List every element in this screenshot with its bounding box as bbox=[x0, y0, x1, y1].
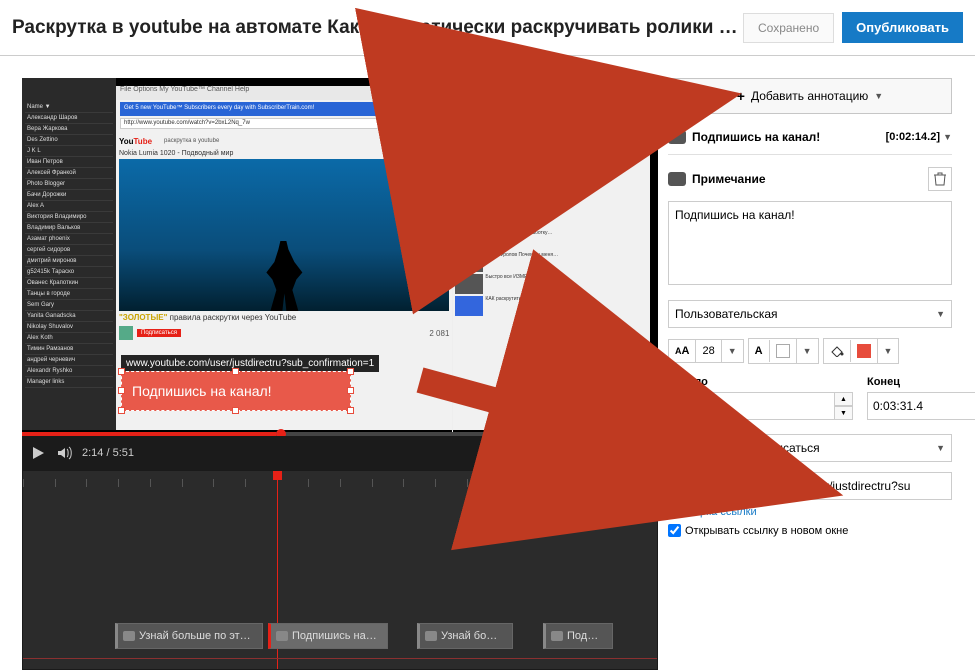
volume-button[interactable] bbox=[56, 445, 72, 461]
start-up[interactable]: ▲ bbox=[835, 392, 853, 406]
start-down[interactable]: ▼ bbox=[835, 406, 853, 420]
timeline-clip[interactable]: Узнай бо… bbox=[417, 623, 513, 649]
fullscreen-button[interactable] bbox=[636, 446, 650, 460]
link-checkbox[interactable]: Ссылка bbox=[668, 441, 731, 455]
selected-annotation-time: [0:02:14.2] ▼ bbox=[886, 131, 952, 143]
chevron-down-icon: ▼ bbox=[874, 91, 883, 101]
gold-title: "ЗОЛОТЫЕ" правила раскрутки через YouTub… bbox=[119, 311, 449, 324]
timeline-clip[interactable]: Узнай больше по эт… bbox=[115, 623, 263, 649]
add-annotation-button[interactable]: + Добавить аннотацию ▼ bbox=[668, 78, 952, 114]
mini-subscribe: Подписаться bbox=[137, 329, 181, 337]
selected-annotation-title: Подпишись на канал! bbox=[692, 130, 820, 144]
link-type-select[interactable]: Подписаться▼ bbox=[741, 434, 952, 462]
timeline-clip[interactable]: Подпишись на… bbox=[268, 623, 388, 649]
note-label: Примечание bbox=[692, 172, 766, 186]
publish-button[interactable]: Опубликовать bbox=[842, 12, 963, 43]
paint-bucket-icon bbox=[830, 345, 844, 357]
plus-icon: + bbox=[737, 88, 745, 104]
video-player[interactable]: Name ▼Александр ШаровВера ЖарковаDes Zet… bbox=[22, 78, 658, 470]
font-color-control[interactable]: A ▼ bbox=[748, 338, 819, 364]
vi-url-bar: http://www.youtube.com/watch?v=2bxL2Nq_7… bbox=[120, 118, 646, 129]
annotation-text-input[interactable] bbox=[668, 201, 952, 285]
start-time-input[interactable] bbox=[668, 392, 835, 420]
speech-bubble-icon bbox=[276, 631, 288, 641]
speech-bubble-icon bbox=[551, 631, 563, 641]
play-button[interactable] bbox=[30, 445, 46, 461]
cc-button[interactable]: CC bbox=[599, 447, 620, 459]
mini-views: 2 081 bbox=[429, 329, 449, 338]
suggestions-rail: Как раскрутить видео на yo… 3 ошибки нач… bbox=[452, 131, 650, 434]
font-size-control[interactable]: AA 28 ▼ bbox=[668, 339, 744, 363]
note-icon bbox=[668, 172, 686, 186]
pv-title: Nokia Lumia 1020 - Подводный мир bbox=[119, 148, 449, 159]
end-label: Конец bbox=[867, 376, 975, 388]
link-url-input[interactable] bbox=[668, 472, 952, 500]
speech-bubble-icon bbox=[668, 130, 686, 144]
vi-search: раскрутка в youtube bbox=[164, 138, 219, 144]
clip-label: Узнай бо… bbox=[441, 630, 497, 642]
check-link[interactable]: Проверка ссылки bbox=[668, 506, 757, 518]
clip-label: Узнай больше по эт… bbox=[139, 630, 251, 642]
end-time-input[interactable] bbox=[867, 392, 975, 420]
vi-menu: File Options My YouTube™ Channel Help bbox=[116, 86, 650, 100]
style-select[interactable]: Пользовательская▼ bbox=[668, 300, 952, 328]
timeline[interactable]: Узнай больше по эт… Подпишись на… Узнай бо… bbox=[22, 470, 658, 670]
annotation-text: Подпишись на канал! bbox=[132, 383, 272, 399]
vi-banner: Get 5 new YouTube™ Subscribers every day… bbox=[120, 102, 646, 116]
delete-button[interactable] bbox=[928, 167, 952, 191]
annotation-url-tooltip: www.youtube.com/user/justdirectru?sub_co… bbox=[121, 355, 379, 372]
start-label: Начало bbox=[668, 376, 853, 388]
clip-label: Под… bbox=[567, 630, 598, 642]
speech-bubble-icon bbox=[425, 631, 437, 641]
youtube-logo: YouTube bbox=[119, 137, 152, 146]
bg-color-control[interactable]: ▼ bbox=[823, 338, 900, 364]
timeline-clip[interactable]: Под… bbox=[543, 623, 613, 649]
page-title: Раскрутка в youtube на автомате Как авто… bbox=[12, 17, 743, 39]
speech-bubble-icon bbox=[123, 631, 135, 641]
time-display: 2:14 / 5:51 bbox=[82, 447, 134, 459]
video-left-panel: Name ▼Александр ШаровВера ЖарковаDes Zet… bbox=[22, 78, 116, 430]
annotation-overlay[interactable]: Подпишись на канал! bbox=[121, 371, 351, 411]
trash-icon bbox=[934, 172, 946, 186]
open-new-window-checkbox[interactable]: Открывать ссылку в новом окне bbox=[668, 524, 952, 537]
clip-label: Подпишись на… bbox=[292, 630, 377, 642]
saved-status: Сохранено bbox=[743, 13, 834, 43]
pv-thumb bbox=[119, 159, 449, 311]
